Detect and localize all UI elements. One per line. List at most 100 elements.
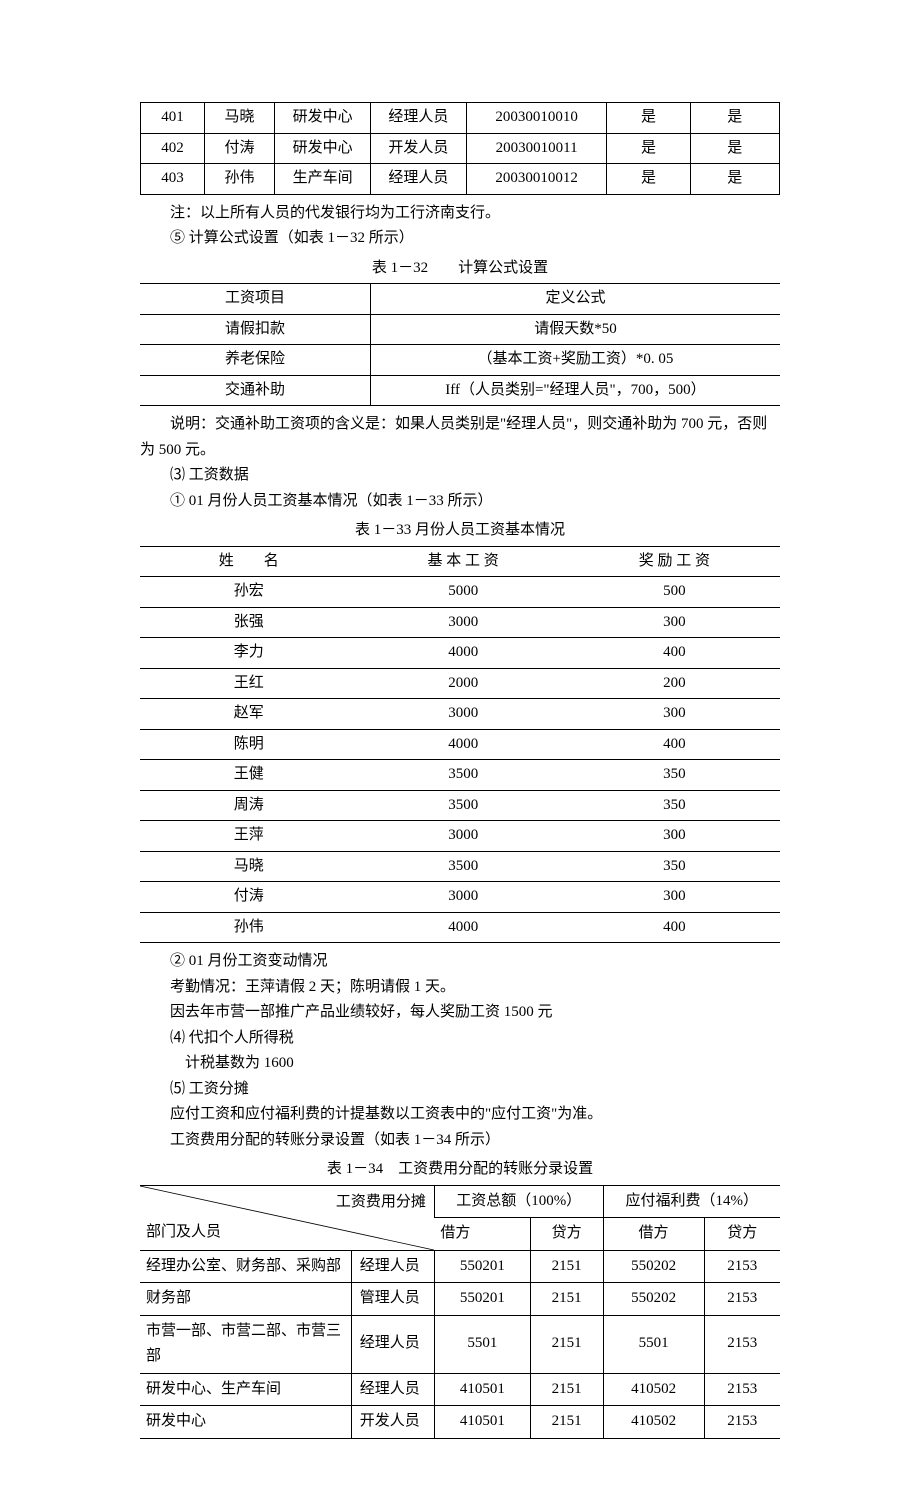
table-cell: 李力 bbox=[140, 638, 358, 669]
table-cell: 3000 bbox=[358, 882, 569, 913]
t34-diag-bottom: 部门及人员 bbox=[146, 1220, 221, 1246]
table-cell: 交通补助 bbox=[140, 375, 370, 406]
table-cell: 孙伟 bbox=[140, 912, 358, 943]
table-cell: 350 bbox=[569, 760, 780, 791]
table-cell: 400 bbox=[569, 638, 780, 669]
attendance-note: 考勤情况：王萍请假 2 天；陈明请假 1 天。 bbox=[140, 975, 780, 1001]
table-cell: 2151 bbox=[530, 1283, 603, 1316]
table-cell: 410502 bbox=[603, 1373, 704, 1406]
table-row: 研发中心开发人员41050121514105022153 bbox=[140, 1406, 780, 1439]
table-cell: 350 bbox=[569, 790, 780, 821]
table-cell: 是 bbox=[607, 103, 690, 134]
t34-sub2: 贷方 bbox=[530, 1218, 603, 1251]
table-cell: 赵军 bbox=[140, 699, 358, 730]
table-cell: 研发中心 bbox=[140, 1406, 351, 1439]
table-cell: 张强 bbox=[140, 607, 358, 638]
table-cell: 300 bbox=[569, 607, 780, 638]
table-row: 马晓3500350 bbox=[140, 851, 780, 882]
table-cell: 2151 bbox=[530, 1373, 603, 1406]
table-cell: 2153 bbox=[704, 1315, 780, 1373]
table-row: 经理办公室、财务部、采购部经理人员55020121515502022153 bbox=[140, 1250, 780, 1283]
table-cell: 是 bbox=[690, 103, 780, 134]
alloc-note-2: 工资费用分配的转账分录设置（如表 1－34 所示） bbox=[140, 1128, 780, 1154]
table-cell: 300 bbox=[569, 882, 780, 913]
table-cell: 2153 bbox=[704, 1250, 780, 1283]
table-cell: 马晓 bbox=[140, 851, 358, 882]
t34-diag-header: 工资费用分摊 部门及人员 bbox=[140, 1185, 434, 1250]
table-cell: 是 bbox=[690, 164, 780, 195]
table-cell: 200 bbox=[569, 668, 780, 699]
table-cell: 550201 bbox=[434, 1283, 530, 1316]
table-cell: 3500 bbox=[358, 760, 569, 791]
table-cell: Iff（人员类别="经理人员"，700，500） bbox=[370, 375, 780, 406]
table-cell: 孙宏 bbox=[140, 577, 358, 608]
table-cell: 开发人员 bbox=[371, 133, 467, 164]
table-cell: 孙伟 bbox=[204, 164, 274, 195]
table-cell: 经理人员 bbox=[351, 1250, 434, 1283]
table-cell: 研发中心、生产车间 bbox=[140, 1373, 351, 1406]
table-cell: 400 bbox=[569, 729, 780, 760]
note-bank: 注：以上所有人员的代发银行均为工行济南支行。 bbox=[140, 201, 780, 227]
table-cell: 4000 bbox=[358, 638, 569, 669]
table-row: 王萍3000300 bbox=[140, 821, 780, 852]
table-cell: 3000 bbox=[358, 699, 569, 730]
table-cell: 3000 bbox=[358, 821, 569, 852]
table-row: 张强3000300 bbox=[140, 607, 780, 638]
table-row: 赵军3000300 bbox=[140, 699, 780, 730]
t34-group2: 应付福利费（14%） bbox=[603, 1185, 780, 1218]
table-row: 王健3500350 bbox=[140, 760, 780, 791]
table-cell: 2151 bbox=[530, 1250, 603, 1283]
table-cell: 2153 bbox=[704, 1373, 780, 1406]
table-row: 财务部管理人员55020121515502022153 bbox=[140, 1283, 780, 1316]
table-row: 孙伟4000400 bbox=[140, 912, 780, 943]
t34-sub1: 借方 bbox=[434, 1218, 530, 1251]
table-cell: 开发人员 bbox=[351, 1406, 434, 1439]
heading-4: ⑷ 代扣个人所得税 bbox=[140, 1026, 780, 1052]
bonus-note: 因去年市营一部推广产品业绩较好，每人奖励工资 1500 元 bbox=[140, 1000, 780, 1026]
table-row: 请假扣款请假天数*50 bbox=[140, 314, 780, 345]
table-row: 401马晓研发中心经理人员20030010010是是 bbox=[141, 103, 780, 134]
formula-table: 工资项目 定义公式 请假扣款请假天数*50养老保险（基本工资+奖励工资）*0. … bbox=[140, 283, 780, 406]
caption-table-33: 表 1－33 月份人员工资基本情况 bbox=[140, 518, 780, 544]
table-cell: 王健 bbox=[140, 760, 358, 791]
table-cell: 5000 bbox=[358, 577, 569, 608]
table-row: 市营一部、市营二部、市营三部经理人员5501215155012153 bbox=[140, 1315, 780, 1373]
table-cell: 是 bbox=[690, 133, 780, 164]
t34-sub4: 贷方 bbox=[704, 1218, 780, 1251]
table-cell: 2151 bbox=[530, 1406, 603, 1439]
salary-basics-table: 姓 名 基 本 工 资 奖 励 工 资 孙宏5000500张强3000300李力… bbox=[140, 546, 780, 944]
t33-h1: 姓 名 bbox=[140, 546, 358, 577]
table-cell: 请假天数*50 bbox=[370, 314, 780, 345]
t32-h1: 工资项目 bbox=[140, 284, 370, 315]
table-cell: 20030010012 bbox=[466, 164, 607, 195]
tax-base: 计税基数为 1600 bbox=[140, 1051, 780, 1077]
table-cell: 350 bbox=[569, 851, 780, 882]
table-cell: 3500 bbox=[358, 790, 569, 821]
table-cell: 经理人员 bbox=[371, 103, 467, 134]
table-row: 402付涛研发中心开发人员20030010011是是 bbox=[141, 133, 780, 164]
table-cell: 410501 bbox=[434, 1373, 530, 1406]
t34-diag-top: 工资费用分摊 bbox=[336, 1190, 426, 1216]
table-cell: 经理人员 bbox=[351, 1373, 434, 1406]
table-cell: 周涛 bbox=[140, 790, 358, 821]
list-item-5: ⑤ 计算公式设置（如表 1－32 所示） bbox=[140, 226, 780, 252]
note-formula-explain: 说明：交通补助工资项的含义是：如果人员类别是"经理人员"，则交通补助为 700 … bbox=[140, 412, 780, 463]
table-cell: 生产车间 bbox=[275, 164, 371, 195]
table-cell: 410502 bbox=[603, 1406, 704, 1439]
table-cell: 550201 bbox=[434, 1250, 530, 1283]
table-cell: 是 bbox=[607, 133, 690, 164]
table-cell: 2000 bbox=[358, 668, 569, 699]
table-cell: 王萍 bbox=[140, 821, 358, 852]
staff-table-fragment: 401马晓研发中心经理人员20030010010是是402付涛研发中心开发人员2… bbox=[140, 102, 780, 195]
t34-sub3: 借方 bbox=[603, 1218, 704, 1251]
table-cell: 马晓 bbox=[204, 103, 274, 134]
table-row: 王红2000200 bbox=[140, 668, 780, 699]
heading-5: ⑸ 工资分摊 bbox=[140, 1077, 780, 1103]
table-row: 李力4000400 bbox=[140, 638, 780, 669]
table-cell: 经理办公室、财务部、采购部 bbox=[140, 1250, 351, 1283]
table-cell: 研发中心 bbox=[275, 133, 371, 164]
table-cell: 王红 bbox=[140, 668, 358, 699]
table-cell: 付涛 bbox=[140, 882, 358, 913]
table-cell: 300 bbox=[569, 821, 780, 852]
alloc-note-1: 应付工资和应付福利费的计提基数以工资表中的"应付工资"为准。 bbox=[140, 1102, 780, 1128]
